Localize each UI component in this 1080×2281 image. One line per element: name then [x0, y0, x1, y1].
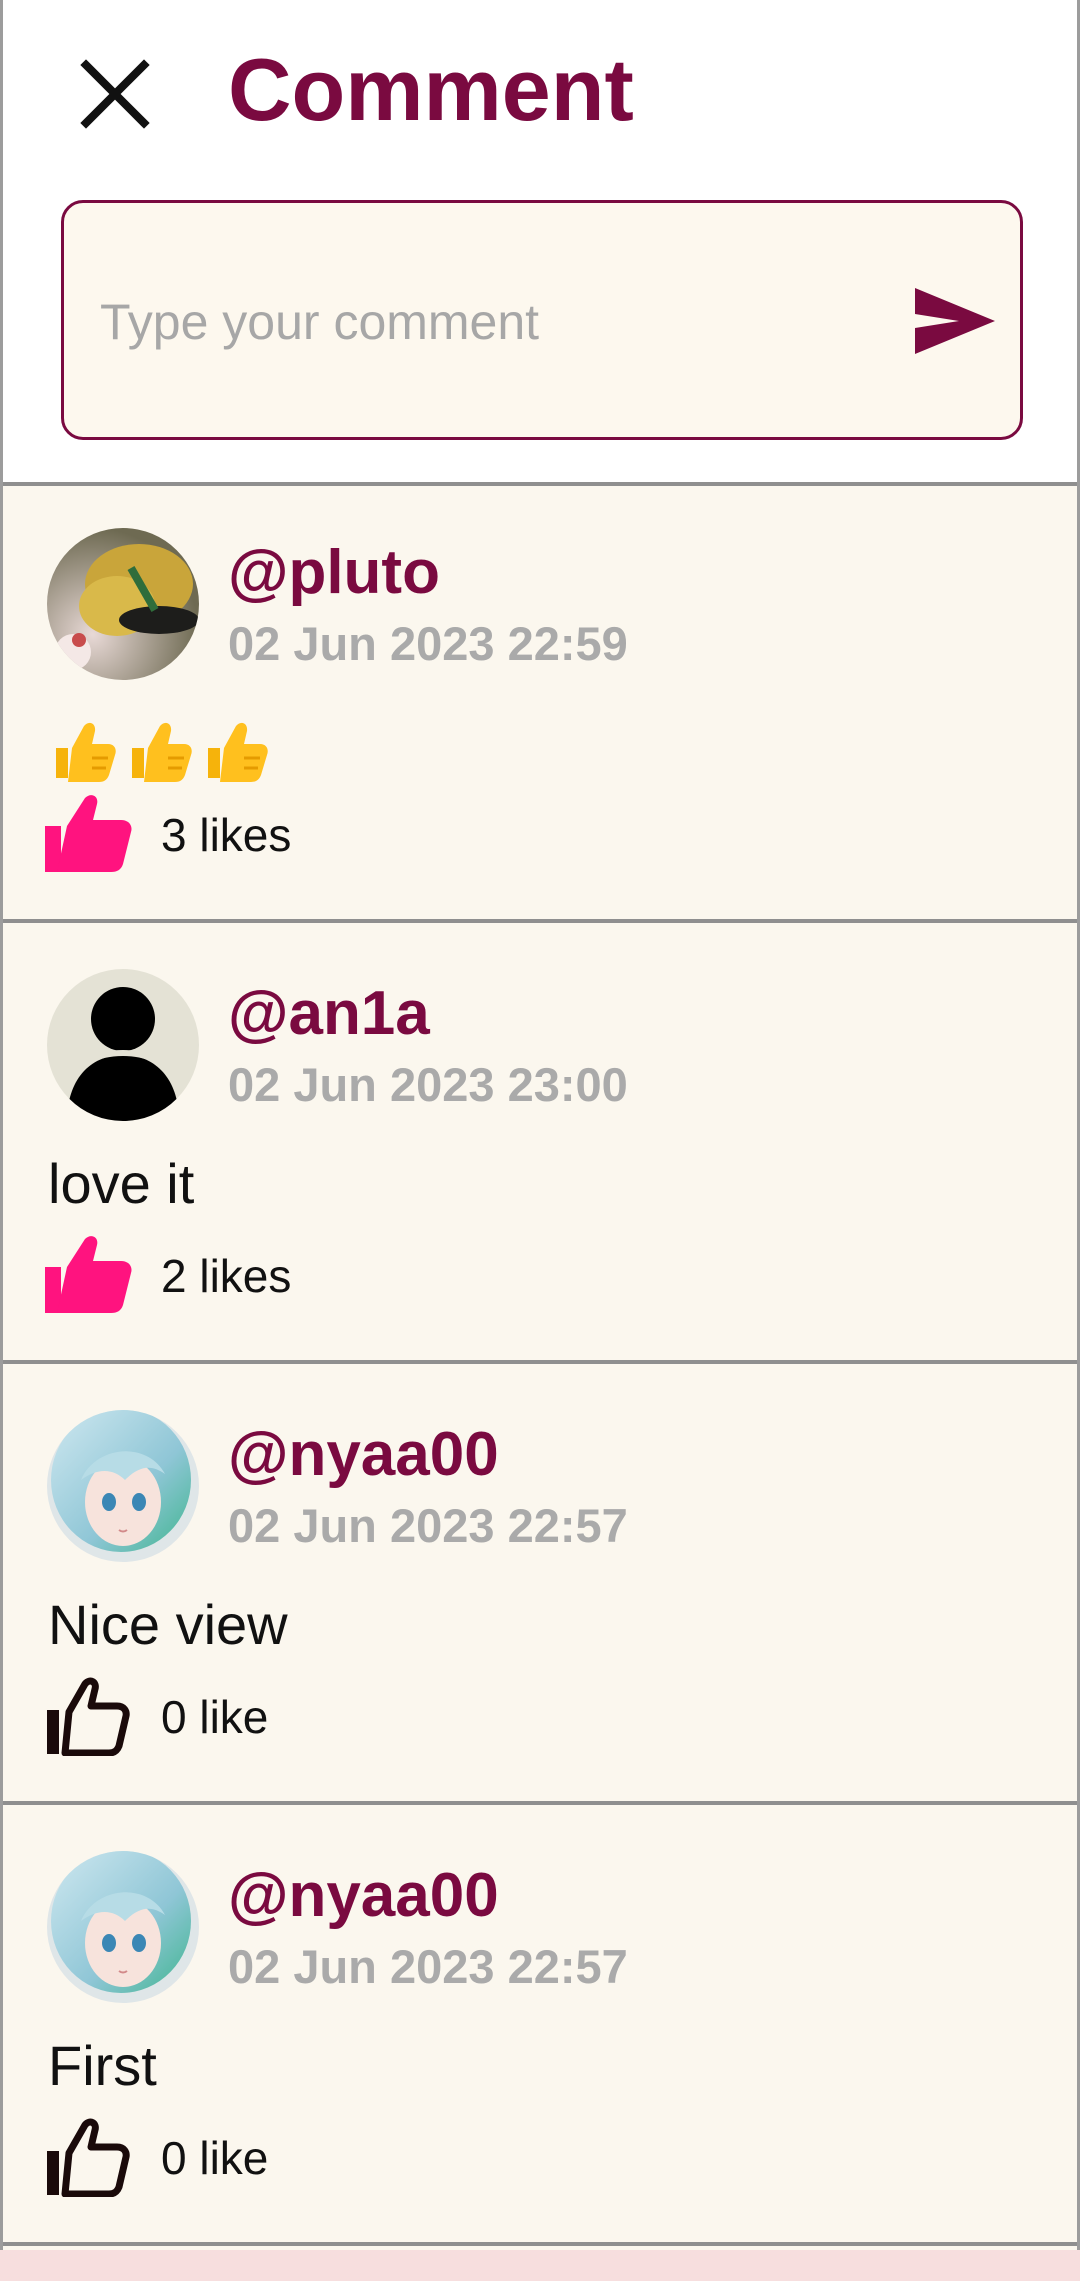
thumbs-up-outline-icon	[47, 1677, 130, 1757]
like-count: 0 like	[161, 2132, 269, 2184]
like-button[interactable]	[45, 1676, 137, 1760]
comment-timestamp: 02 Jun 2023 22:59	[228, 617, 628, 670]
comment-card: @pluto 02 Jun 2023 22:59 3 likes	[3, 486, 1077, 923]
thumbs-up-filled-icon	[45, 1236, 132, 1313]
comment-text: Nice view	[48, 1593, 288, 1656]
comment-timestamp: 02 Jun 2023 23:00	[228, 1058, 628, 1111]
thumbs-up-emojis	[48, 716, 270, 786]
send-button[interactable]	[910, 279, 1000, 363]
comment-card: @nyaa00 02 Jun 2023 22:57 Nice view 0 li…	[3, 1368, 1077, 1805]
like-button[interactable]	[45, 1235, 137, 1319]
like-count: 0 like	[161, 1691, 269, 1743]
comment-username[interactable]: @an1a	[228, 979, 430, 1049]
comment-text: First	[48, 2034, 157, 2097]
comment-timestamp: 02 Jun 2023 22:57	[228, 1940, 628, 1993]
comment-username[interactable]: @nyaa00	[228, 1420, 499, 1490]
comment-username[interactable]: @pluto	[228, 538, 440, 608]
comment-header: Comment	[3, 0, 1077, 486]
avatar[interactable]	[47, 1851, 199, 2003]
send-icon	[915, 288, 995, 354]
comment-text	[48, 708, 270, 802]
thumbs-up-emoji-icon	[208, 722, 268, 782]
comment-input-box	[61, 200, 1023, 440]
anime-avatar	[47, 1410, 199, 1562]
like-button[interactable]	[45, 794, 137, 878]
like-button[interactable]	[45, 2117, 137, 2201]
avatar[interactable]	[47, 1410, 199, 1562]
avatar[interactable]	[47, 528, 199, 680]
comment-timestamp: 02 Jun 2023 22:57	[228, 1499, 628, 1552]
thumbs-up-filled-icon	[45, 795, 132, 872]
default-person-avatar	[47, 969, 199, 1121]
close-icon	[80, 59, 150, 129]
comment-card: @an1a 02 Jun 2023 23:00 love it 2 likes	[3, 927, 1077, 1364]
comment-text: love it	[48, 1152, 195, 1215]
thumbs-up-emoji-icon	[56, 722, 116, 782]
like-count: 2 likes	[161, 1250, 292, 1302]
photo-avatar	[47, 528, 199, 680]
thumbs-up-emoji-icon	[132, 722, 192, 782]
comment-card: @nyaa00 02 Jun 2023 22:57 First 0 like	[3, 1809, 1077, 2246]
close-button[interactable]	[65, 44, 165, 144]
comment-username[interactable]: @nyaa00	[228, 1861, 499, 1931]
page-title: Comment	[228, 40, 634, 139]
anime-avatar	[47, 1851, 199, 2003]
avatar[interactable]	[47, 969, 199, 1121]
comment-screen: Comment Type your comment @pluto 02 Jun …	[0, 0, 1080, 2250]
thumbs-up-outline-icon	[47, 2118, 130, 2198]
comment-input[interactable]	[98, 281, 882, 363]
like-count: 3 likes	[161, 809, 292, 861]
